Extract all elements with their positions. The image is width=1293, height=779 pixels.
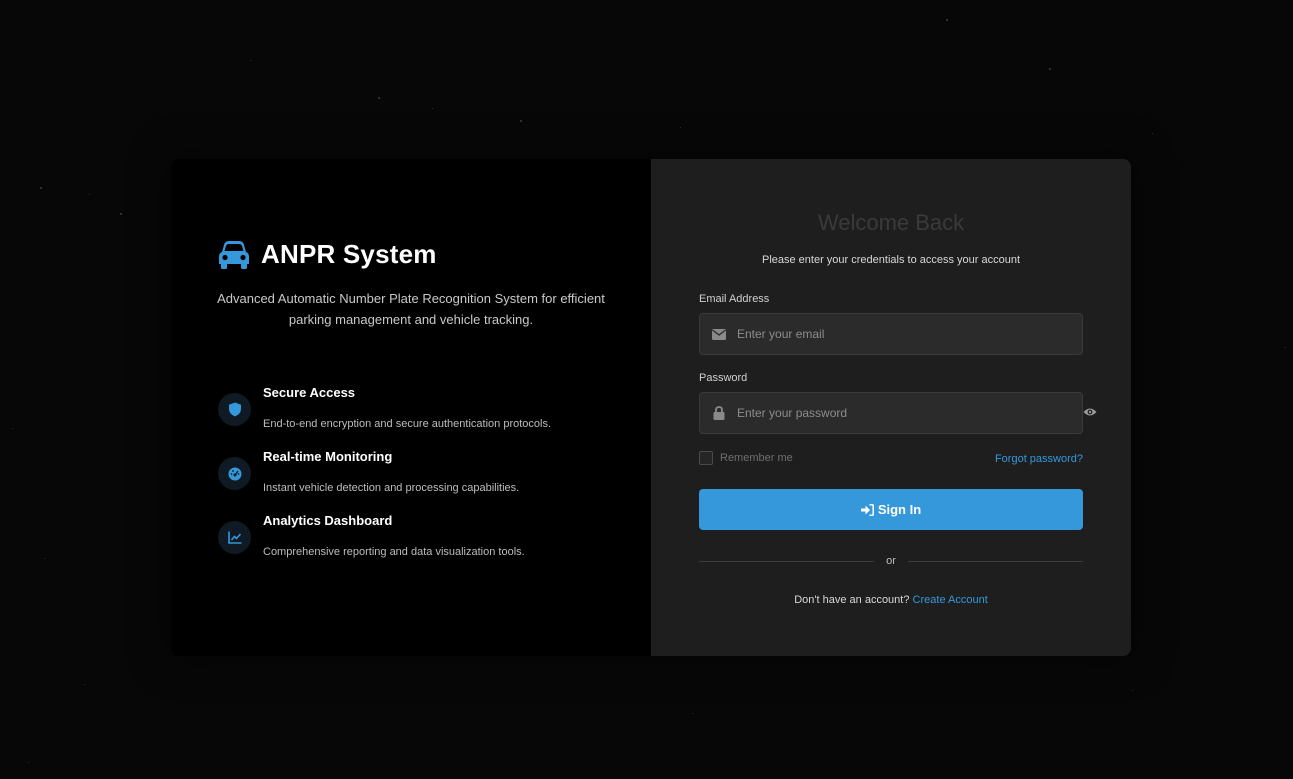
divider-line [699,560,875,562]
sign-in-icon [860,503,874,516]
password-field-wrapper [699,392,1083,434]
feature-title: Secure Access [263,385,356,400]
create-account-link[interactable]: Create Account [913,594,988,606]
chart-line-icon [218,521,251,554]
remember-me-label: Remember me [720,452,793,464]
divider-line [907,560,1083,562]
info-panel: ANPR System Advanced Automatic Number Pl… [171,159,651,656]
login-card: ANPR System Advanced Automatic Number Pl… [171,159,1131,656]
remember-me[interactable]: Remember me [699,451,793,465]
signup-prompt: Don't have an account? Create Account [651,594,1131,606]
login-subtitle: Please enter your credentials to access … [761,254,1021,266]
feature-list: Secure Access End-to-end encryption and … [218,385,618,577]
page-title: Welcome Back [817,210,965,235]
feature-description: End-to-end encryption and secure authent… [263,418,552,430]
feature-item: Real-time Monitoring Instant vehicle det… [218,449,618,513]
password-input[interactable] [737,393,1082,433]
email-field-wrapper [699,313,1083,355]
feature-description: Comprehensive reporting and data visuali… [263,546,525,558]
sign-in-button[interactable]: Sign In [699,489,1083,530]
signup-prompt-text: Don't have an account? [794,594,910,606]
feature-item: Secure Access End-to-end encryption and … [218,385,618,449]
sign-in-label: Sign In [877,502,922,517]
brand: ANPR System [218,239,437,270]
email-label: Email Address [699,293,770,305]
feature-title: Analytics Dashboard [263,513,393,528]
feature-item: Analytics Dashboard Comprehensive report… [218,513,618,577]
login-form-panel: Welcome Back Please enter your credentia… [651,159,1131,656]
gauge-icon [218,457,251,490]
brand-title: ANPR System [261,239,437,269]
divider-label: or [886,555,896,567]
lock-icon [711,405,727,421]
envelope-icon [711,326,727,342]
feature-description: Instant vehicle detection and processing… [263,482,520,494]
feature-title: Real-time Monitoring [263,449,393,464]
remember-me-checkbox[interactable] [699,451,713,465]
eye-icon[interactable] [1083,405,1097,419]
brand-description: Advanced Automatic Number Plate Recognit… [217,291,605,327]
email-input[interactable] [737,314,1082,354]
forgot-password-link[interactable]: Forgot password? [995,453,1083,465]
divider: or [699,555,1083,567]
car-icon [218,240,250,270]
shield-icon [218,393,251,426]
password-label: Password [699,372,748,384]
